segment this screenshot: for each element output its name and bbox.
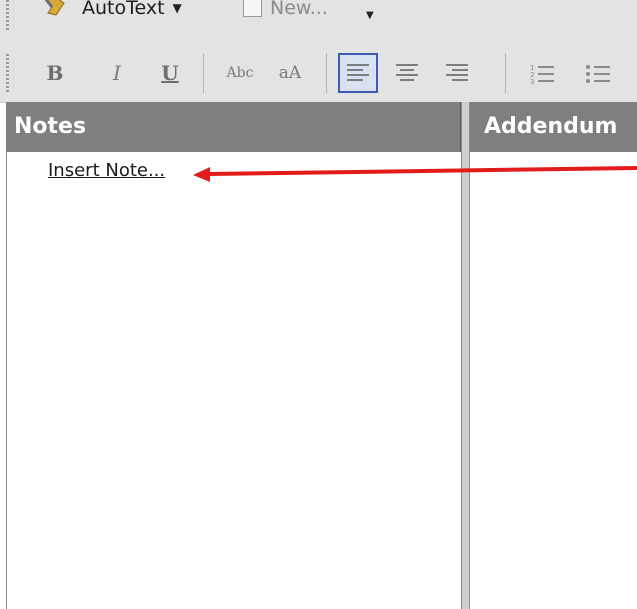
annotation-arrow-head	[193, 167, 210, 182]
annotation-arrow	[193, 166, 637, 182]
annotation-arrow-line	[207, 166, 637, 176]
